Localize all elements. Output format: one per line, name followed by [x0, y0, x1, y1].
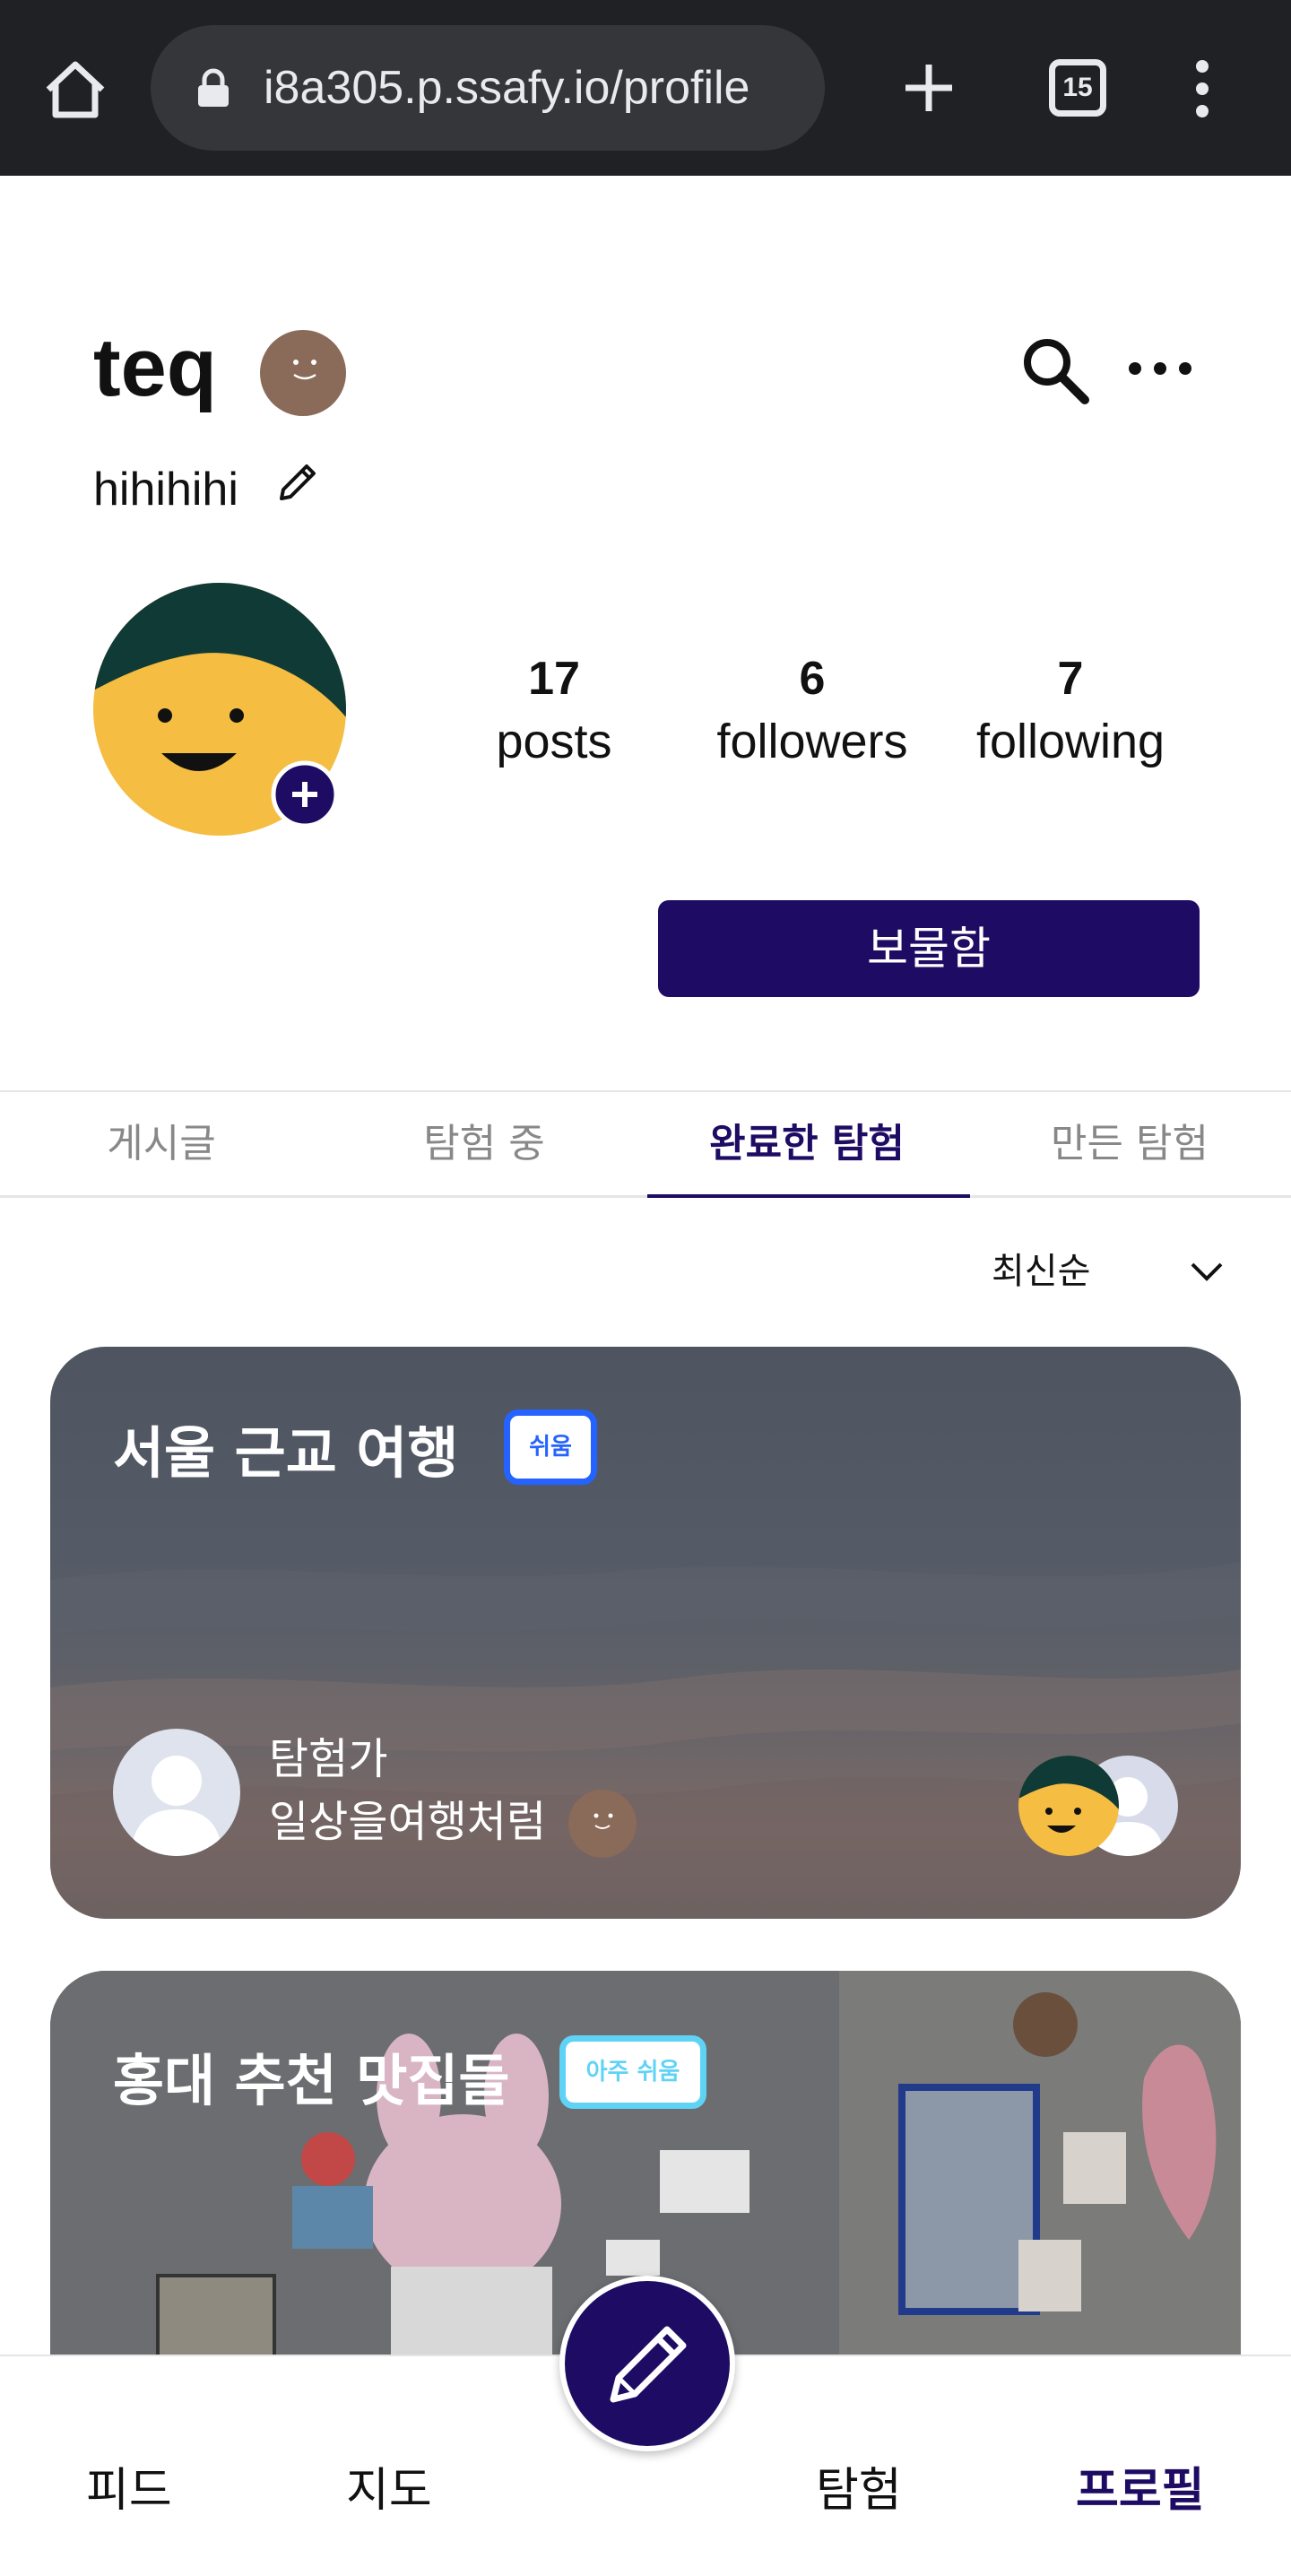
quest-card[interactable]: 서울 근교 여행 쉬움 탐험가 일상을여행처럼 — [50, 1347, 1241, 1919]
url-text: i8a305.p.ssafy.io/profile — [264, 62, 750, 114]
browser-toolbar: i8a305.p.ssafy.io/profile 15 — [0, 0, 1291, 176]
stat-label: posts — [496, 715, 612, 768]
more-vert-icon[interactable] — [1189, 59, 1216, 118]
more-horiz-icon[interactable] — [1126, 355, 1194, 382]
stat-followers[interactable]: 6 followers — [696, 647, 929, 773]
quest-title: 서울 근교 여행 — [113, 1420, 459, 1486]
edit-bio-icon[interactable] — [274, 461, 319, 506]
nav-map[interactable]: 지도 — [346, 2462, 432, 2520]
chevron-down-icon[interactable] — [1189, 1255, 1225, 1288]
tab-in-progress[interactable]: 탐험 중 — [323, 1092, 646, 1200]
difficulty-badge: 아주 쉬움 — [559, 2035, 706, 2109]
stat-posts[interactable]: 17 posts — [438, 647, 671, 773]
stat-value: 17 — [528, 653, 580, 705]
tab-completed[interactable]: 완료한 탐험 — [646, 1092, 968, 1200]
tab-switcher-button[interactable]: 15 — [1049, 59, 1106, 117]
pencil-icon — [610, 2326, 687, 2403]
profile-bio: hihihihi — [93, 464, 238, 516]
stat-value: 6 — [799, 653, 826, 705]
author-avatar[interactable] — [113, 1729, 240, 1856]
difficulty-badge: 쉬움 — [504, 1409, 597, 1485]
treasure-box-button[interactable]: 보물함 — [658, 900, 1200, 997]
active-tab-indicator — [647, 1194, 970, 1198]
new-tab-icon[interactable] — [900, 59, 957, 117]
participant-avatars[interactable] — [1018, 1756, 1180, 1856]
nav-profile[interactable]: 프로필 — [1076, 2462, 1205, 2520]
search-icon[interactable] — [1018, 334, 1090, 405]
add-avatar-icon[interactable] — [271, 760, 339, 828]
tab-posts[interactable]: 게시글 — [0, 1092, 323, 1200]
stat-following[interactable]: 7 following — [954, 647, 1187, 773]
stat-value: 7 — [1057, 653, 1084, 705]
lock-icon — [198, 68, 229, 107]
profile-tabs: 게시글 탐험 중 완료한 탐험 만든 탐험 — [0, 1090, 1291, 1198]
nav-explore[interactable]: 탐험 — [816, 2462, 902, 2520]
tab-created[interactable]: 만든 탐험 — [968, 1092, 1291, 1200]
sort-select[interactable]: 최신순 — [992, 1245, 1090, 1298]
smiley-icon — [260, 330, 346, 416]
author-role: 탐험가 — [269, 1734, 388, 1784]
profile-username: teq — [93, 322, 217, 413]
stat-label: following — [975, 715, 1165, 768]
quest-title: 홍대 추천 맛집들 — [113, 2048, 510, 2113]
smiley-icon — [568, 1790, 637, 1858]
address-bar[interactable]: i8a305.p.ssafy.io/profile — [151, 25, 825, 151]
stat-label: followers — [716, 715, 908, 768]
author-name[interactable]: 일상을여행처럼 — [269, 1795, 546, 1849]
home-icon[interactable] — [43, 59, 108, 118]
write-post-button[interactable] — [559, 2276, 735, 2451]
nav-feed[interactable]: 피드 — [86, 2462, 172, 2520]
